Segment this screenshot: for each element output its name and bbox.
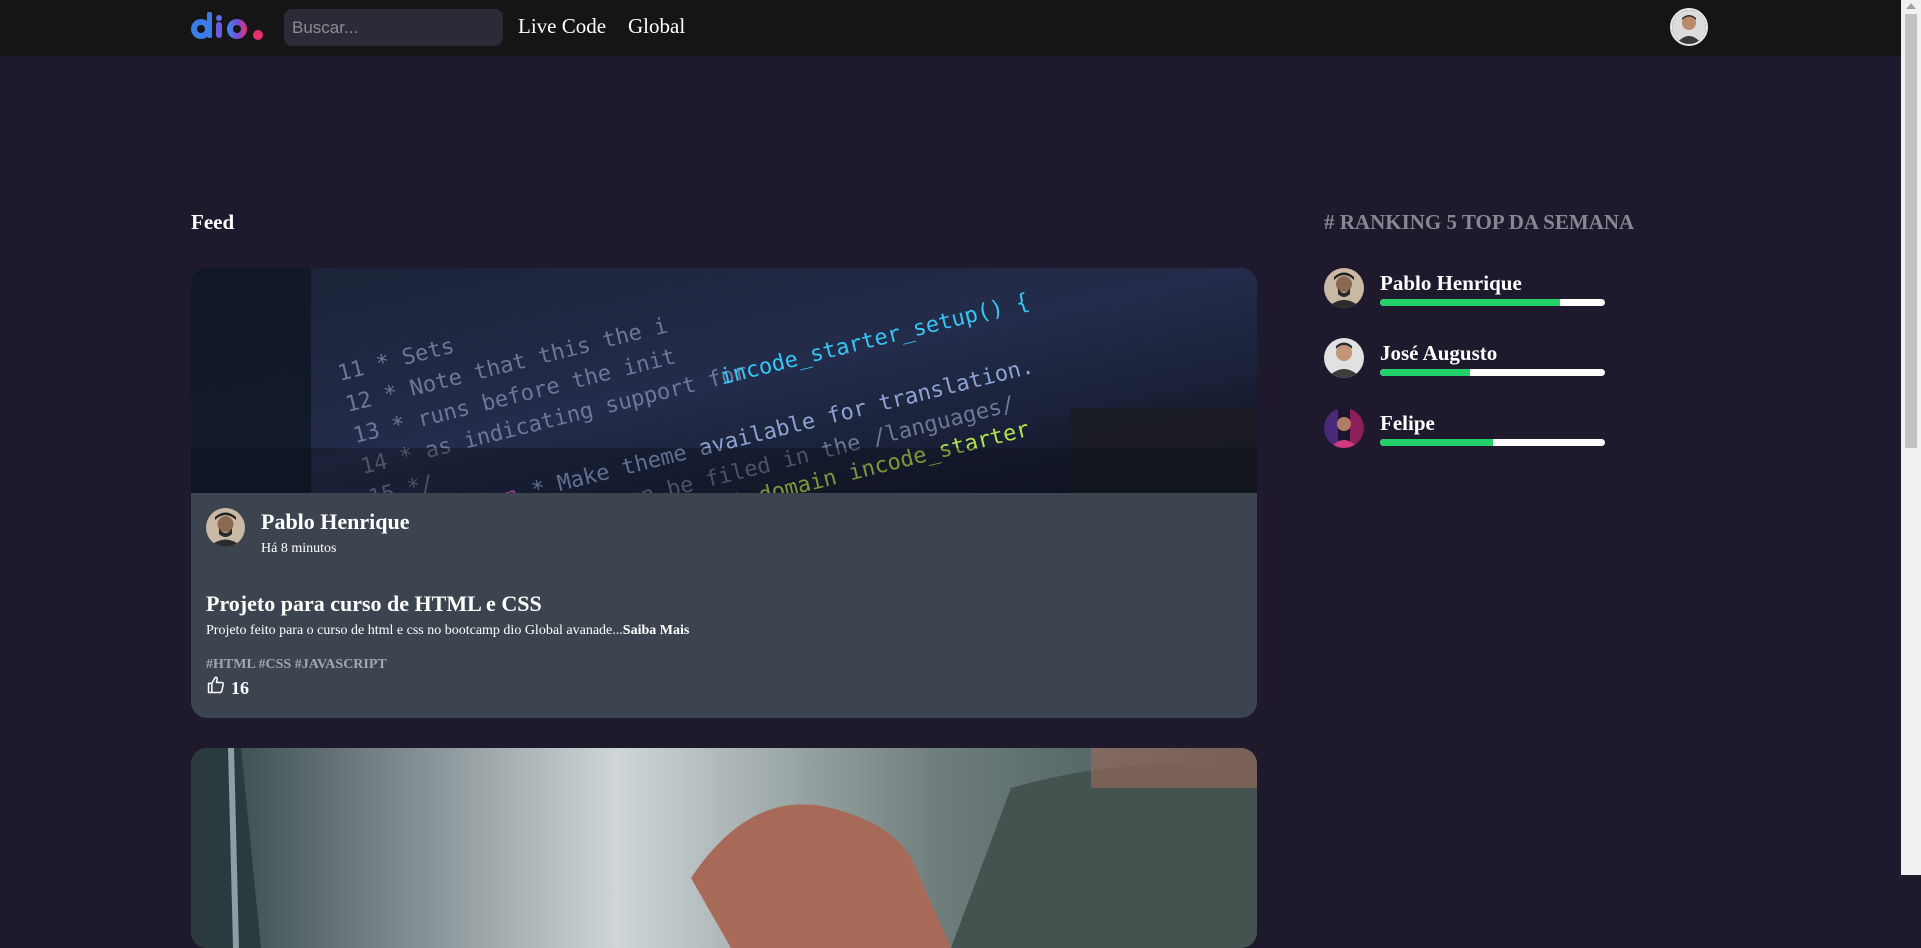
nav-link-global[interactable]: Global (628, 14, 685, 39)
page-scrollbar[interactable] (1901, 0, 1921, 875)
ranking-avatar[interactable] (1324, 268, 1364, 308)
ranking-avatar-image (1324, 408, 1364, 448)
post-description: Projeto feito para o curso de html e css… (206, 623, 689, 639)
nav-link-live-code[interactable]: Live Code (518, 14, 606, 39)
feed-title: Feed (191, 210, 235, 234)
user-avatar[interactable] (1670, 8, 1708, 46)
post-card[interactable]: 11 * Sets 12 * Note that this the i 13 *… (191, 268, 1257, 718)
ranking-progress-fill (1380, 299, 1560, 306)
post-author-name[interactable]: Pablo Henrique (261, 509, 410, 535)
user-avatar-image (1672, 10, 1706, 44)
ranking-avatar-image (1324, 268, 1364, 308)
post-cover-image: 11 * Sets 12 * Note that this the i 13 *… (191, 268, 1257, 493)
top-navbar: Live Code Global (0, 0, 1901, 56)
ranking-progress-bar (1380, 369, 1605, 376)
scrollbar-thumb[interactable] (1905, 14, 1917, 448)
search-input[interactable] (284, 9, 503, 46)
ranking-progress-fill (1380, 369, 1470, 376)
ranking-item[interactable]: Pablo Henrique (1324, 268, 1624, 312)
ranking-progress-bar (1380, 299, 1605, 306)
thumbs-up-icon[interactable] (206, 675, 226, 695)
post-description-text: Projeto feito para o curso de html e css… (206, 623, 623, 638)
ranking-user-name[interactable]: José Augusto (1380, 341, 1497, 366)
ranking-progress-fill (1380, 439, 1493, 446)
author-avatar-image (206, 508, 245, 547)
ranking-item[interactable]: José Augusto (1324, 338, 1624, 382)
ranking-user-name[interactable]: Felipe (1380, 411, 1435, 436)
ranking-avatar-image (1324, 338, 1364, 378)
ranking-avatar[interactable] (1324, 408, 1364, 448)
ranking-user-name[interactable]: Pablo Henrique (1380, 271, 1522, 296)
post-title[interactable]: Projeto para curso de HTML e CSS (206, 591, 542, 617)
ranking-progress-bar (1380, 439, 1605, 446)
ranking-avatar[interactable] (1324, 338, 1364, 378)
ranking-item[interactable]: Felipe (1324, 408, 1624, 452)
ranking-title: # RANKING 5 TOP DA SEMANA (1324, 210, 1635, 234)
post-card[interactable] (191, 748, 1257, 948)
read-more-link[interactable]: Saiba Mais (623, 623, 690, 638)
scroll-up-icon[interactable] (1906, 3, 1916, 9)
post-tags: #HTML #CSS #JAVASCRIPT (206, 657, 387, 672)
post-author-avatar[interactable] (206, 508, 245, 547)
dio-logo[interactable] (190, 10, 270, 42)
post-timestamp: Há 8 minutos (261, 541, 337, 556)
post-cover-image (191, 748, 1257, 948)
like-count: 16 (231, 678, 249, 698)
